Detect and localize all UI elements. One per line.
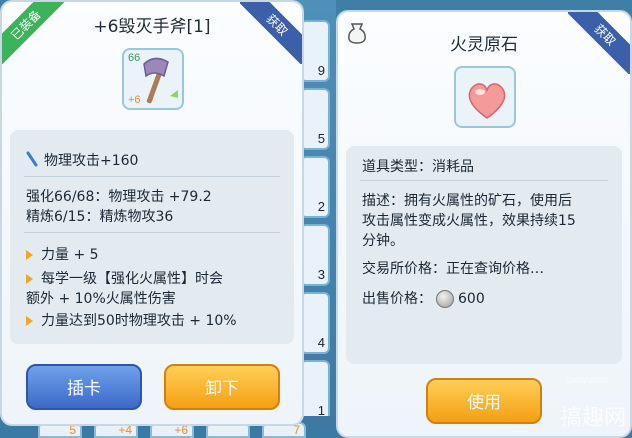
inventory-slot[interactable]: 5 — [300, 88, 330, 150]
bullet-icon — [26, 316, 33, 326]
inventory-slot[interactable]: 4 — [300, 292, 330, 354]
effect-line: 每学一级【强化火属性】时会 — [26, 268, 223, 288]
description-line: 攻击属性变成火属性，效果持续15 — [362, 213, 576, 229]
coin-icon — [436, 290, 454, 308]
item-title: 火灵原石 — [450, 35, 518, 55]
enhance-line: 强化66/68：物理攻击 +79.2 — [26, 189, 212, 205]
item-type-line: 道具类型：消耗品 — [362, 159, 474, 175]
inventory-slot[interactable]: 1 — [300, 360, 330, 422]
unequip-button[interactable]: 卸下 — [164, 364, 280, 410]
divider — [24, 176, 280, 177]
wrench-icon — [26, 151, 38, 171]
watermark-site: 搞趣网 — [559, 406, 626, 431]
market-price-line: 交易所价格：正在查询价格… — [362, 261, 544, 277]
item-info-section: 道具类型：消耗品 描述：拥有火属性的矿石，使用后 攻击属性变成火属性，效果持续1… — [346, 146, 622, 364]
item-icon-box[interactable]: 66 +6 — [122, 48, 184, 110]
equipment-detail-panel: 已装备 获取 +6毁灭手斧[1] 66 +6 物理攻击+160 强化66/68：… — [0, 0, 304, 426]
bullet-icon — [26, 250, 33, 260]
description-line: 描述：拥有火属性的矿石，使用后 — [362, 193, 572, 209]
description-line: 分钟。 — [362, 233, 404, 249]
bullet-icon — [26, 274, 33, 284]
inventory-slot[interactable]: 9 — [300, 20, 330, 82]
item-title: +6毁灭手斧[1] — [93, 17, 211, 37]
sell-price-line: 出售价格： 600 — [362, 290, 485, 308]
insert-card-button[interactable]: 插卡 — [26, 364, 142, 410]
effect-line: 力量达到50时物理攻击 + 10% — [26, 310, 237, 330]
refine-line: 精炼6/15：精炼物攻36 — [26, 209, 174, 225]
use-button[interactable]: 使用 — [426, 378, 542, 424]
inventory-slot[interactable]: 2 — [300, 156, 330, 218]
stats-section: 物理攻击+160 强化66/68：物理攻击 +79.2 精炼6/15：精炼物攻3… — [10, 130, 294, 344]
physical-attack-line: 物理攻击+160 — [26, 150, 138, 171]
divider — [24, 232, 280, 233]
item-detail-panel: 获取 火灵原石 道具类型：消耗品 描述：拥有火属性的矿石，使用后 攻击属性变成火… — [336, 10, 632, 438]
effect-line-continued: 额外 + 10%火属性伤害 — [26, 291, 176, 307]
inventory-slot[interactable]: 3 — [300, 224, 330, 286]
heart-stone-icon — [468, 83, 506, 119]
effect-line: 力量 + 5 — [26, 244, 99, 264]
watermark-url: gaoy.com — [565, 375, 608, 386]
divider — [360, 180, 608, 181]
item-icon-box[interactable] — [454, 66, 516, 128]
